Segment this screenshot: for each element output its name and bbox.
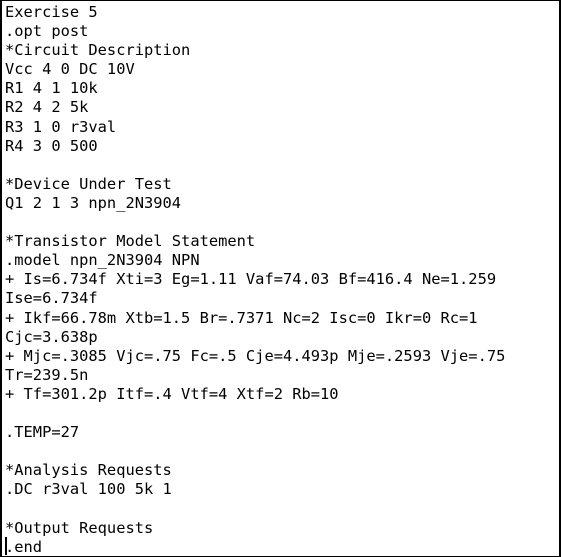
line-model-params-2-wrap: Cjc=3.638p [5, 327, 98, 346]
line-blank [5, 404, 557, 423]
line-model-params-2: + Ikf=66.78m Xtb=1.5 Br=.7371 Nc=2 Isc=0… [5, 308, 478, 327]
line-blank [5, 442, 557, 461]
line-model: .model npn_2N3904 NPN [5, 251, 200, 270]
line-vcc: Vcc 4 0 DC 10V [5, 60, 135, 79]
line-comment-model: *Transistor Model Statement [5, 232, 256, 251]
text-cursor [5, 537, 7, 555]
line-temp: .TEMP=27 [5, 423, 80, 442]
text-editor[interactable]: Exercise 5 .opt post *Circuit Descriptio… [0, 0, 561, 557]
line-comment-dut: *Device Under Test [5, 174, 172, 193]
line-blank [5, 213, 557, 232]
line-end: .end [5, 537, 43, 556]
line-comment-analysis: *Analysis Requests [5, 461, 172, 480]
line-comment-output: *Output Requests [5, 518, 154, 537]
line-model-params-4: + Tf=301.2p Itf=.4 Vtf=4 Xtf=2 Rb=10 [5, 384, 339, 403]
line-blank [5, 499, 557, 518]
line-r4: R4 3 0 500 [5, 136, 98, 155]
line-model-params-1-wrap: Ise=6.734f [5, 289, 98, 308]
line-title: Exercise 5 [5, 3, 98, 21]
line-q1: Q1 2 1 3 npn_2N3904 [5, 193, 182, 212]
line-dc-sweep: .DC r3val 100 5k 1 [5, 480, 172, 499]
line-r1: R1 4 1 10k [5, 79, 98, 98]
line-model-params-1: + Is=6.734f Xti=3 Eg=1.11 Vaf=74.03 Bf=4… [5, 270, 497, 289]
line-r3: R3 1 0 r3val [5, 117, 117, 136]
editor-lines: Exercise 5 .opt post *Circuit Descriptio… [5, 3, 557, 556]
line-blank [5, 156, 557, 175]
line-comment-circuit: *Circuit Description [5, 41, 191, 60]
line-option: .opt post [5, 22, 89, 41]
line-model-params-3-wrap: Tr=239.5n [5, 365, 89, 384]
line-r2: R2 4 2 5k [5, 98, 89, 117]
line-model-params-3: + Mjc=.3085 Vjc=.75 Fc=.5 Cje=4.493p Mje… [5, 346, 506, 365]
